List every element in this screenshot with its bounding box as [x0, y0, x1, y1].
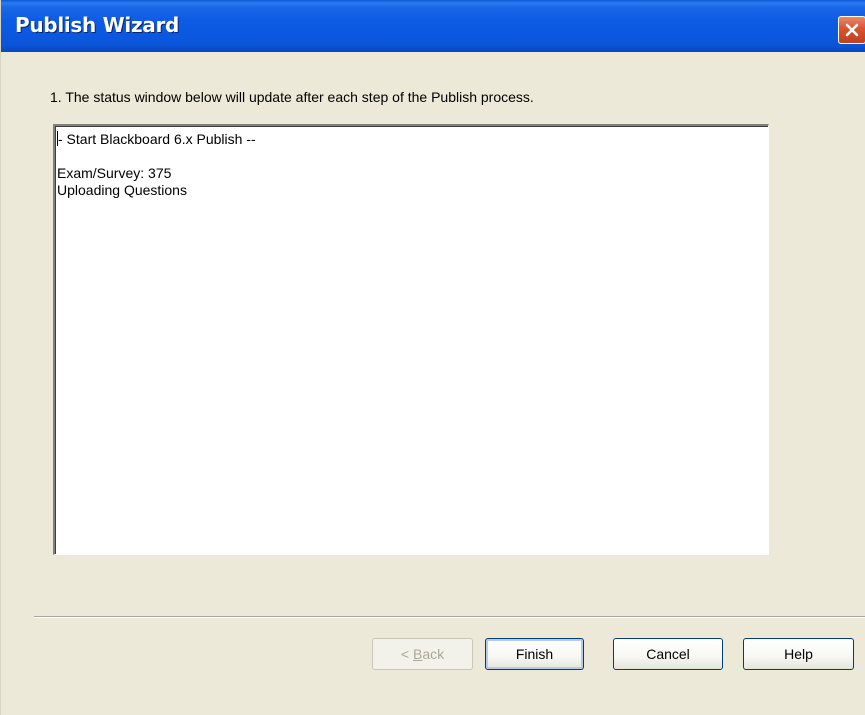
- close-icon: [845, 23, 859, 37]
- separator-line: [34, 616, 865, 618]
- publish-wizard-dialog: Publish Wizard 1. The status window belo…: [0, 0, 865, 715]
- status-line: [57, 148, 766, 165]
- instruction-text: 1. The status window below will update a…: [50, 89, 534, 105]
- status-line: Uploading Questions: [57, 182, 187, 198]
- status-line: - Start Blackboard 6.x Publish --: [57, 131, 256, 147]
- status-window[interactable]: - Start Blackboard 6.x Publish -- Exam/S…: [53, 124, 769, 555]
- finish-button[interactable]: Finish: [485, 638, 584, 670]
- title-bar[interactable]: Publish Wizard: [1, 0, 865, 52]
- back-button[interactable]: < Back: [372, 638, 473, 670]
- help-button[interactable]: Help: [743, 638, 854, 670]
- close-button[interactable]: [838, 16, 865, 44]
- status-line: Exam/Survey: 375: [57, 165, 172, 181]
- window-title: Publish Wizard: [15, 13, 180, 37]
- cancel-button[interactable]: Cancel: [613, 638, 723, 670]
